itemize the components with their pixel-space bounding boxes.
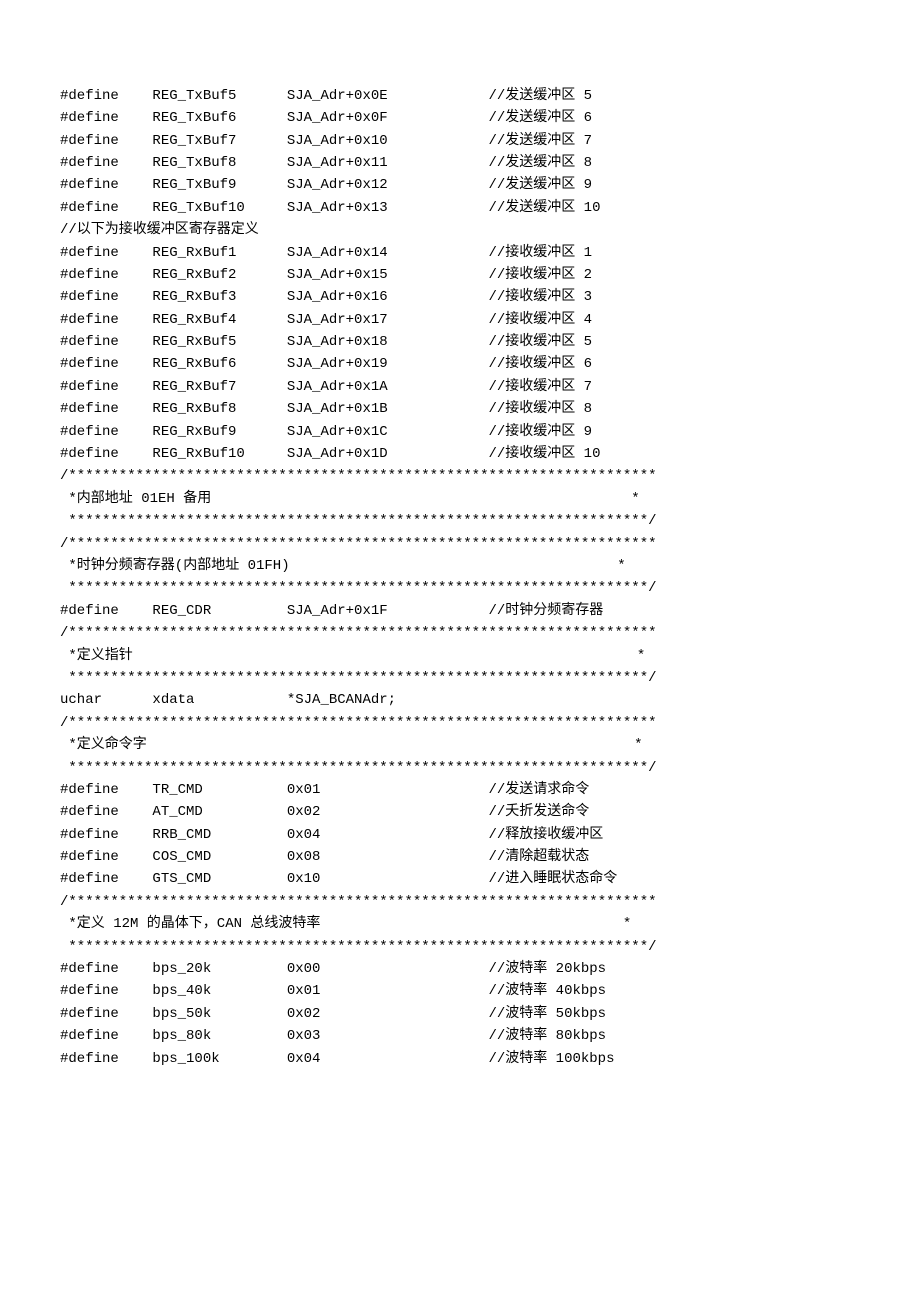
code-line: /***************************************… [60, 712, 860, 734]
code-line: #define REG_TxBuf5 SJA_Adr+0x0E //发送缓冲区 … [60, 85, 860, 107]
code-line: #define REG_RxBuf6 SJA_Adr+0x19 //接收缓冲区 … [60, 353, 860, 375]
code-line: #define REG_RxBuf5 SJA_Adr+0x18 //接收缓冲区 … [60, 331, 860, 353]
code-line: #define TR_CMD 0x01 //发送请求命令 [60, 779, 860, 801]
code-line: *定义指针 * [60, 645, 860, 667]
code-line: #define COS_CMD 0x08 //清除超载状态 [60, 846, 860, 868]
code-line: /***************************************… [60, 891, 860, 913]
code-line: #define REG_RxBuf1 SJA_Adr+0x14 //接收缓冲区 … [60, 242, 860, 264]
code-block: #define REG_TxBuf5 SJA_Adr+0x0E //发送缓冲区 … [60, 85, 860, 1070]
code-line: uchar xdata *SJA_BCANAdr; [60, 689, 860, 711]
code-line: #define REG_TxBuf7 SJA_Adr+0x10 //发送缓冲区 … [60, 130, 860, 152]
code-line: //以下为接收缓冲区寄存器定义 [60, 219, 860, 241]
code-line: #define REG_RxBuf9 SJA_Adr+0x1C //接收缓冲区 … [60, 421, 860, 443]
code-line: #define bps_50k 0x02 //波特率 50kbps [60, 1003, 860, 1025]
code-line: #define REG_TxBuf6 SJA_Adr+0x0F //发送缓冲区 … [60, 107, 860, 129]
code-line: /***************************************… [60, 465, 860, 487]
code-line: #define GTS_CMD 0x10 //进入睡眠状态命令 [60, 868, 860, 890]
code-line: #define REG_RxBuf3 SJA_Adr+0x16 //接收缓冲区 … [60, 286, 860, 308]
code-line: #define REG_RxBuf8 SJA_Adr+0x1B //接收缓冲区 … [60, 398, 860, 420]
code-line: /***************************************… [60, 533, 860, 555]
code-line: #define REG_TxBuf9 SJA_Adr+0x12 //发送缓冲区 … [60, 174, 860, 196]
code-line: *定义命令字 * [60, 734, 860, 756]
code-line: ****************************************… [60, 577, 860, 599]
code-line: *内部地址 01EH 备用 * [60, 488, 860, 510]
code-line: *时钟分频寄存器(内部地址 01FH) * [60, 555, 860, 577]
code-line: ****************************************… [60, 667, 860, 689]
code-line: #define bps_80k 0x03 //波特率 80kbps [60, 1025, 860, 1047]
code-line: #define REG_RxBuf4 SJA_Adr+0x17 //接收缓冲区 … [60, 309, 860, 331]
code-line: #define REG_TxBuf8 SJA_Adr+0x11 //发送缓冲区 … [60, 152, 860, 174]
code-line: #define bps_40k 0x01 //波特率 40kbps [60, 980, 860, 1002]
code-line: /***************************************… [60, 622, 860, 644]
code-line: ****************************************… [60, 757, 860, 779]
code-line: #define RRB_CMD 0x04 //释放接收缓冲区 [60, 824, 860, 846]
code-line: #define REG_CDR SJA_Adr+0x1F //时钟分频寄存器 [60, 600, 860, 622]
code-line: #define REG_RxBuf10 SJA_Adr+0x1D //接收缓冲区… [60, 443, 860, 465]
code-line: #define REG_RxBuf2 SJA_Adr+0x15 //接收缓冲区 … [60, 264, 860, 286]
code-line: *定义 12M 的晶体下，CAN 总线波特率 * [60, 913, 860, 935]
code-line: #define REG_TxBuf10 SJA_Adr+0x13 //发送缓冲区… [60, 197, 860, 219]
code-line: #define bps_20k 0x00 //波特率 20kbps [60, 958, 860, 980]
code-line: ****************************************… [60, 936, 860, 958]
code-line: #define AT_CMD 0x02 //夭折发送命令 [60, 801, 860, 823]
code-line: ****************************************… [60, 510, 860, 532]
code-line: #define bps_100k 0x04 //波特率 100kbps [60, 1048, 860, 1070]
code-line: #define REG_RxBuf7 SJA_Adr+0x1A //接收缓冲区 … [60, 376, 860, 398]
